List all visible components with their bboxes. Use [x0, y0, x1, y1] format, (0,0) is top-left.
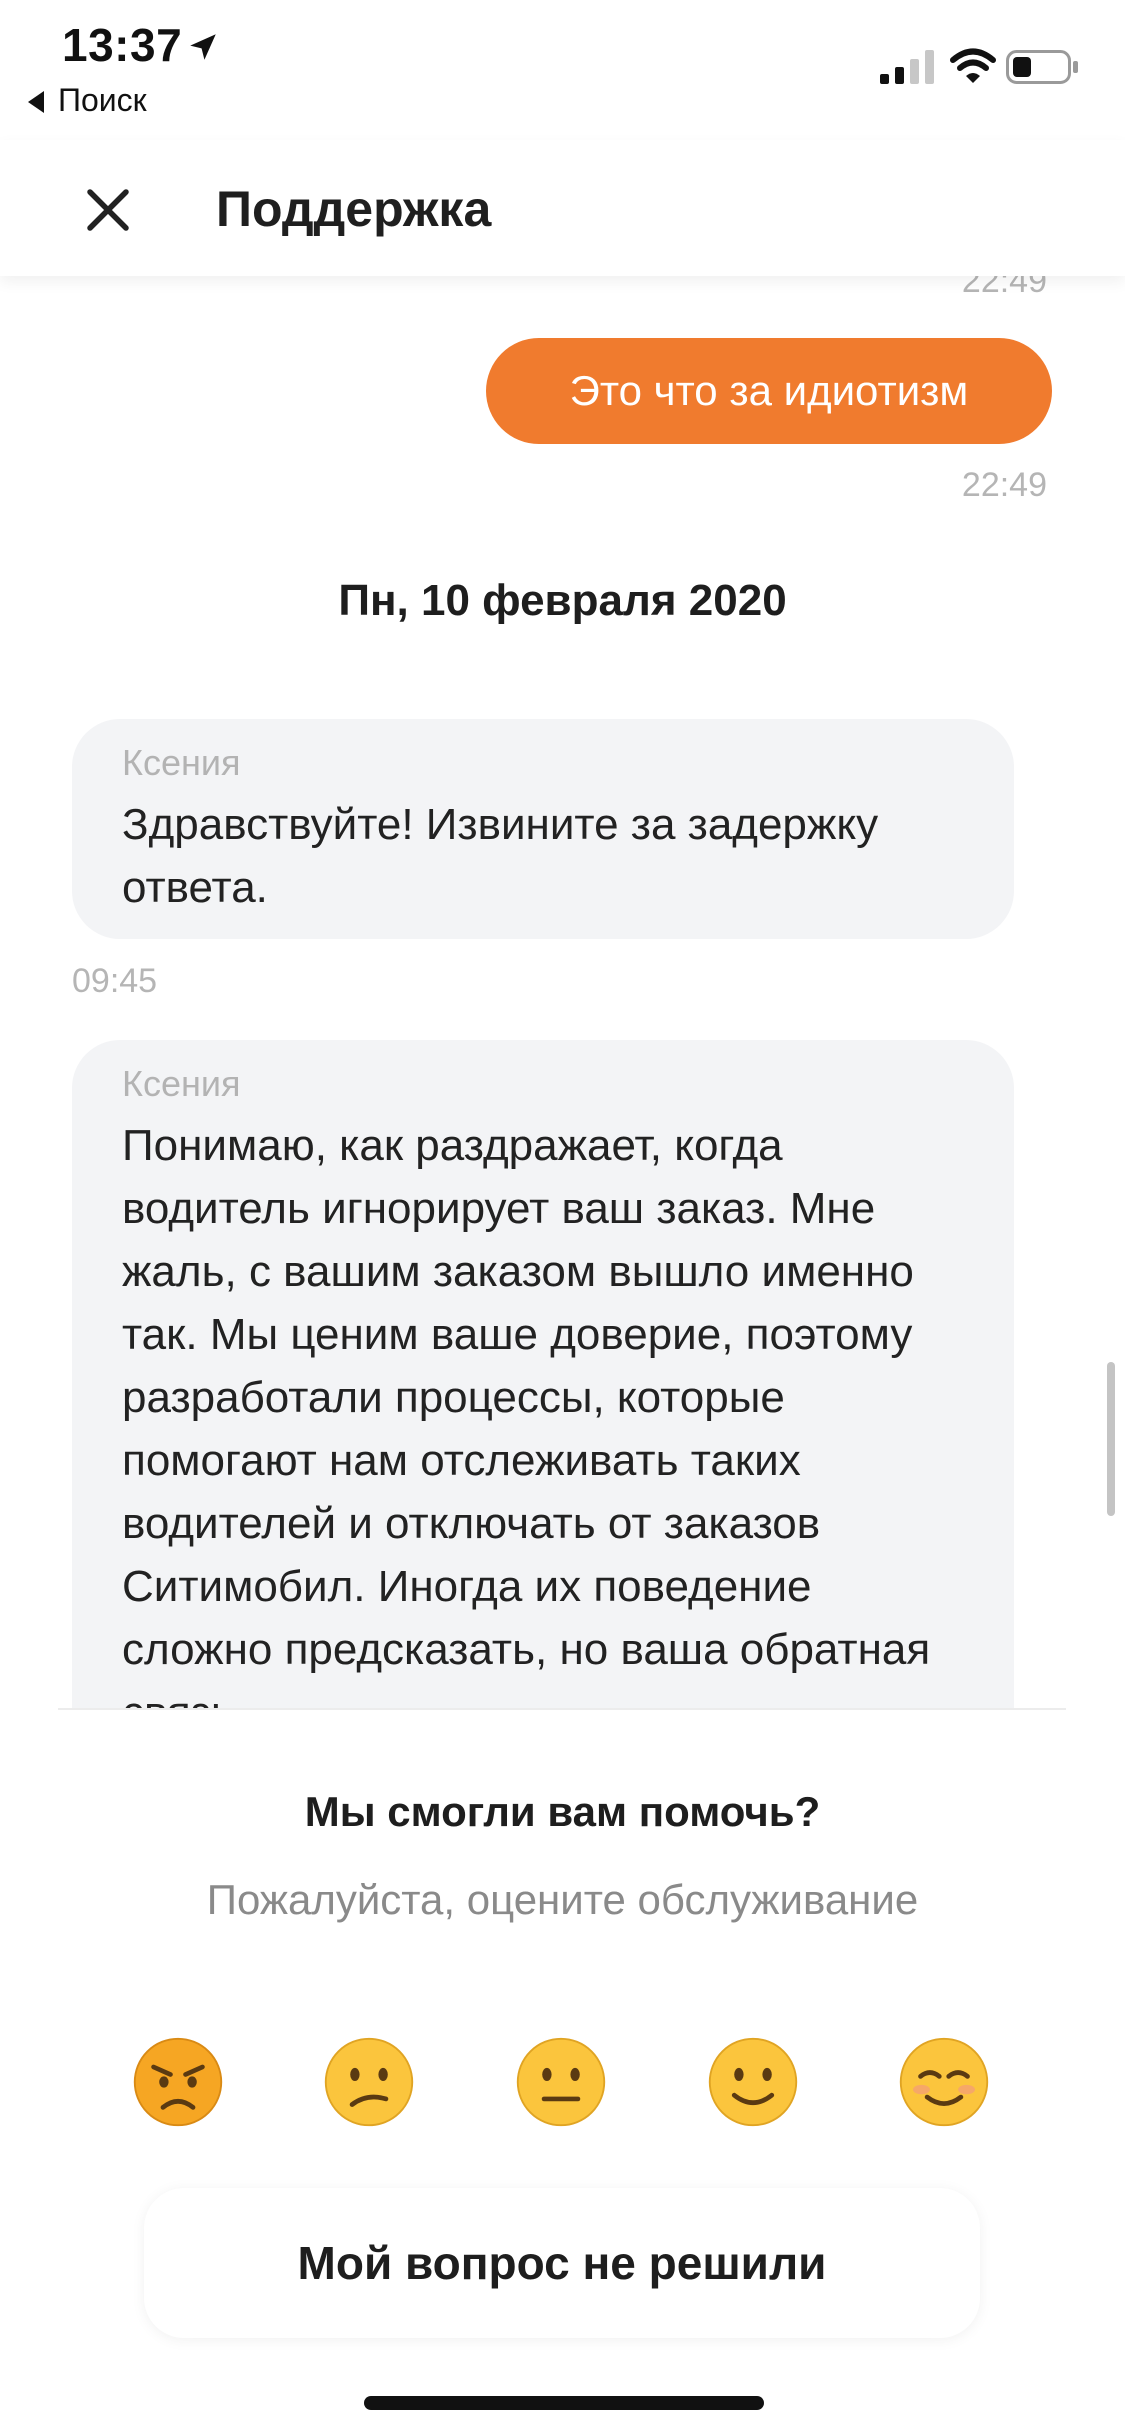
not-solved-button[interactable]: Мой вопрос не решили	[144, 2188, 980, 2338]
outgoing-message-bubble[interactable]: Это что за идиотизм	[486, 338, 1052, 444]
outgoing-message-text: Это что за идиотизм	[569, 367, 969, 414]
status-bar: 13:37 Поиск	[0, 0, 1125, 140]
battery-icon	[1006, 50, 1078, 84]
message-timestamp: 09:45	[72, 962, 158, 1000]
slightly-smiling-face-icon[interactable]	[706, 2035, 800, 2129]
cellular-signal-icon	[880, 50, 934, 84]
status-time: 13:37	[62, 19, 183, 71]
message-sender: Ксения	[122, 742, 241, 783]
date-separator: Пн, 10 февраля 2020	[338, 576, 787, 625]
not-solved-label: Мой вопрос не решили	[297, 2237, 827, 2289]
wifi-icon	[950, 48, 996, 83]
rating-panel: Мы смогли вам помочь? Пожалуйста, оценит…	[0, 1708, 1125, 2436]
divider	[58, 1708, 1066, 1710]
back-to-app-link[interactable]: Поиск	[28, 82, 147, 119]
message-text: Здравствуйте! Извините за задержку ответ…	[122, 800, 879, 912]
incoming-message-bubble[interactable]: Ксения Здравствуйте! Извините за задержк…	[72, 719, 1014, 939]
message-text: Понимаю, как раздражает, когда водитель …	[122, 1121, 931, 1708]
home-indicator[interactable]	[364, 2396, 764, 2410]
rating-subtitle: Пожалуйста, оцените обслуживание	[206, 1876, 919, 1923]
message-timestamp: 22:49	[961, 466, 1047, 504]
confused-face-icon[interactable]	[322, 2035, 416, 2129]
message-timestamp: 22:49	[961, 276, 1047, 300]
header: Поддержка	[0, 140, 1125, 276]
chat-scrollbar[interactable]	[1107, 1362, 1115, 1516]
close-icon[interactable]	[78, 180, 138, 240]
back-triangle-icon	[28, 91, 44, 113]
smiling-face-icon[interactable]	[897, 2035, 991, 2129]
incoming-message-bubble[interactable]: Ксения Понимаю, как раздражает, когда во…	[72, 1040, 1014, 1708]
message-sender: Ксения	[122, 1063, 241, 1104]
rating-question: Мы смогли вам помочь?	[304, 1788, 821, 1835]
neutral-face-icon[interactable]	[514, 2035, 608, 2129]
location-arrow-icon	[190, 34, 216, 60]
back-to-app-label: Поиск	[58, 82, 147, 118]
page-title: Поддержка	[216, 181, 492, 237]
chat-messages[interactable]: 22:49 Это что за идиотизм 22:49 Пн, 10 ф…	[0, 276, 1125, 1708]
angry-face-icon[interactable]	[131, 2035, 225, 2129]
